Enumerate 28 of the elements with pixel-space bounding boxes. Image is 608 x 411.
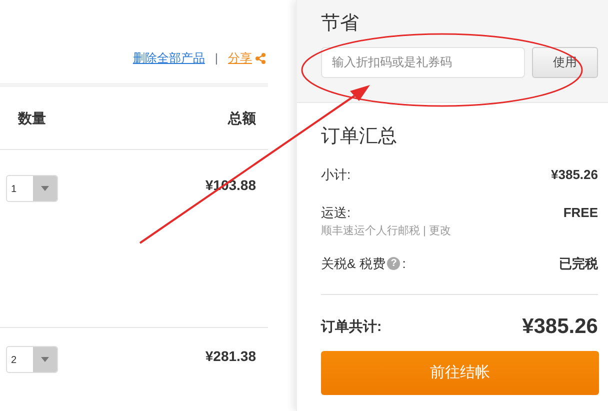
caret-icon	[41, 357, 49, 362]
total-label: 订单共计:	[321, 316, 382, 336]
section-title: 订单汇总	[321, 125, 398, 149]
caret-icon	[41, 186, 49, 191]
summary-label: 关税& 税费	[321, 255, 386, 273]
quantity-select[interactable]: 1	[6, 175, 58, 202]
summary-value: FREE	[563, 204, 598, 222]
total-value: ¥385.26	[522, 314, 598, 340]
delete-all-link[interactable]: 删除全部产品	[132, 49, 205, 67]
price-text: ¥281.38	[205, 347, 256, 366]
checkout-button[interactable]: 前往结帐	[321, 351, 599, 395]
quantity-select[interactable]: 2	[6, 346, 58, 373]
section-title: 节省	[321, 12, 360, 36]
change-link[interactable]: 更改	[428, 224, 451, 236]
summary-label: 运送:	[321, 204, 351, 222]
shipping-note: 顺丰速运个人行邮税 |	[321, 224, 427, 236]
summary-value: 已完税	[559, 255, 598, 273]
column-header: 数量	[18, 108, 46, 128]
separator: |	[214, 50, 218, 67]
colon-text: :	[402, 255, 406, 273]
column-header: 总额	[228, 108, 256, 128]
share-icon	[255, 52, 266, 64]
help-icon[interactable]: ?	[387, 257, 400, 270]
coupon-field[interactable]: 输入折扣码或是礼券码	[321, 46, 526, 78]
apply-button[interactable]: 使用	[532, 46, 598, 78]
summary-label: 小计:	[321, 166, 351, 184]
summary-value: ¥385.26	[551, 166, 598, 184]
share-link[interactable]: 分享	[228, 49, 266, 67]
